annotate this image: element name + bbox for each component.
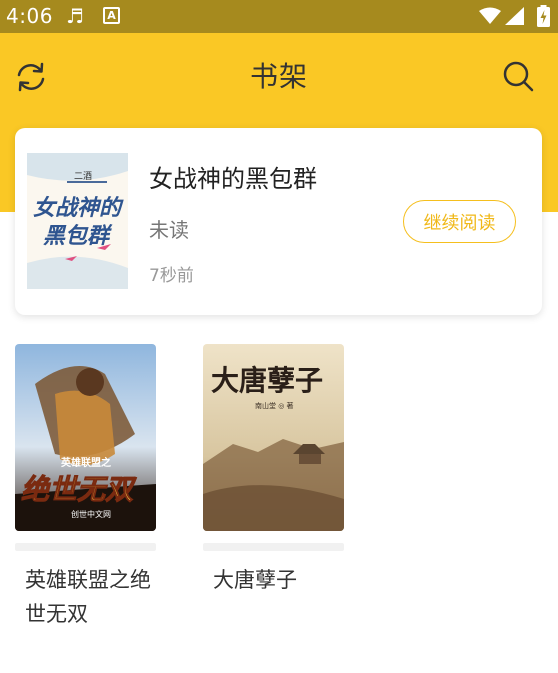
recent-book-title[interactable]: 女战神的黑包群 [149, 159, 317, 194]
book-cover-art: 大唐孽子 南山堂 ◎ 著 [203, 344, 344, 531]
recent-book-time: 7秒前 [149, 266, 194, 286]
cover-author: 二酒 [74, 171, 92, 182]
recent-book-cover[interactable]: 二酒 女战神的 黑包群 [27, 153, 128, 289]
page-title: 书架 [249, 60, 308, 93]
cover-publisher: 创世中文网 [71, 509, 111, 519]
book-item-2[interactable]: 大唐孽子 南山堂 ◎ 著 大唐孽子 [203, 344, 363, 644]
book-item-1[interactable]: 英雄联盟之 绝世无双 创世中文网 英雄联盟之绝世无双 [15, 344, 175, 644]
cover-title: 绝世无双 [21, 473, 137, 506]
cover-title-line1: 女战神的 [33, 195, 124, 221]
search-icon[interactable] [501, 59, 535, 93]
continue-reading-button[interactable]: 继续阅读 [403, 200, 516, 243]
recent-book-card[interactable]: 二酒 女战神的 黑包群 女战神的黑包群 未读 7秒前 继续阅读 [15, 128, 542, 315]
cover-author: 南山堂 ◎ 著 [255, 401, 294, 410]
book-name[interactable]: 大唐孽子 [213, 563, 353, 597]
book-cover-art: 英雄联盟之 绝世无双 创世中文网 [15, 344, 156, 531]
recent-book-cover-art: 二酒 女战神的 黑包群 [27, 153, 128, 289]
cover-title-line2: 黑包群 [43, 223, 113, 249]
book-cover[interactable]: 大唐孽子 南山堂 ◎ 著 [203, 344, 344, 531]
battery-charging-icon [537, 5, 550, 27]
cover-subtitle: 英雄联盟之 [60, 456, 111, 469]
cover-title: 大唐孽子 [211, 364, 323, 397]
book-shelf-divider [203, 543, 344, 551]
wifi-icon [479, 7, 501, 24]
a-notification-icon: A [103, 7, 120, 24]
music-note-icon: ♬ [66, 4, 84, 28]
recent-book-status: 未读 [149, 218, 189, 242]
book-shelf-divider [15, 543, 156, 551]
cell-signal-icon [505, 7, 524, 25]
status-bar: 4:06 ♬ A [0, 0, 558, 33]
book-cover[interactable]: 英雄联盟之 绝世无双 创世中文网 [15, 344, 156, 531]
book-name[interactable]: 英雄联盟之绝世无双 [25, 563, 165, 631]
status-time: 4:06 [6, 4, 53, 28]
